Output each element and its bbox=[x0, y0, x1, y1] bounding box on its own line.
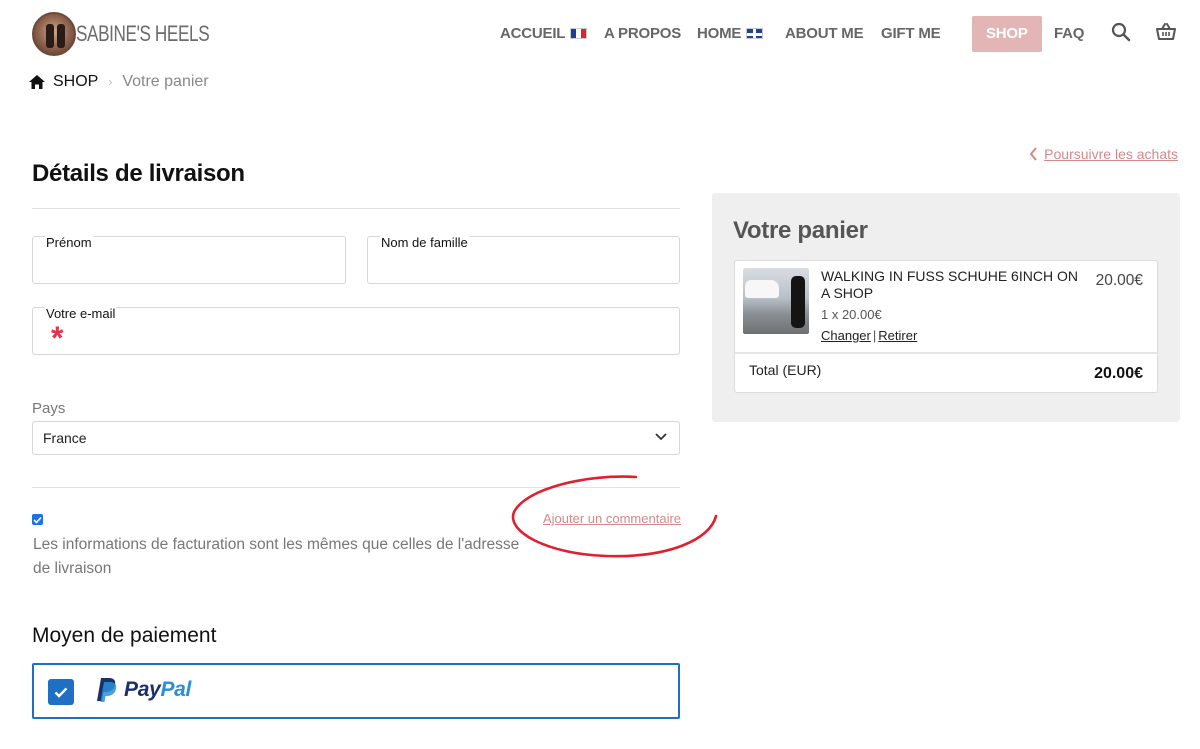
france-flag-icon bbox=[570, 28, 588, 39]
add-comment-link[interactable]: Ajouter un commentaire bbox=[543, 511, 681, 526]
first-name-label: Prénom bbox=[45, 235, 93, 250]
last-name-label: Nom de famille bbox=[380, 235, 469, 250]
search-icon[interactable] bbox=[1111, 22, 1135, 46]
billing-same-label: Les informations de facturation sont les… bbox=[33, 536, 520, 577]
thumbnail-car-shape bbox=[745, 280, 779, 298]
section-divider bbox=[32, 487, 680, 488]
product-thumbnail[interactable] bbox=[743, 268, 809, 334]
uk-flag-icon bbox=[746, 28, 764, 39]
section-divider bbox=[32, 208, 680, 209]
nav-item-gift-me[interactable]: GIFT ME bbox=[881, 16, 941, 52]
first-name-field[interactable]: Prénom bbox=[32, 235, 346, 284]
paypal-logo: PayPal bbox=[96, 677, 191, 703]
nav-item-home[interactable]: HOME bbox=[697, 16, 764, 52]
chevron-left-icon bbox=[1029, 147, 1037, 161]
last-name-input[interactable] bbox=[380, 253, 667, 275]
nav-item-faq[interactable]: FAQ bbox=[1054, 16, 1084, 52]
required-asterisk: * bbox=[51, 320, 64, 356]
breadcrumb-current: Votre panier bbox=[122, 73, 209, 90]
billing-same-checkbox[interactable] bbox=[32, 514, 43, 525]
paypal-wordmark-pay: Pay bbox=[124, 678, 161, 701]
home-icon bbox=[29, 75, 45, 89]
payment-title: Moyen de paiement bbox=[32, 624, 217, 647]
country-label: Pays bbox=[32, 400, 66, 417]
basket-icon[interactable] bbox=[1155, 22, 1179, 46]
actions-separator: | bbox=[872, 328, 877, 343]
first-name-input[interactable] bbox=[45, 253, 333, 275]
product-name[interactable]: WALKING IN FUSS SCHUHE 6INCH ON A SHOP bbox=[821, 268, 1085, 302]
nav-item-accueil[interactable]: ACCUEIL bbox=[500, 16, 588, 52]
paypal-wordmark-pal: Pal bbox=[160, 678, 192, 701]
brand-name: SABINE'S HEELS bbox=[76, 21, 210, 46]
site-header: SABINE'S HEELS ACCUEIL A PROPOS HOME ABO… bbox=[0, 0, 1200, 68]
logo-image bbox=[32, 12, 76, 56]
nav-item-about-me[interactable]: ABOUT ME bbox=[785, 16, 864, 52]
email-field[interactable]: Votre e-mail * bbox=[32, 306, 680, 356]
thumbnail-person-shape bbox=[791, 276, 805, 328]
cart-divider bbox=[735, 352, 1157, 354]
product-quantity: 1 x 20.00€ bbox=[821, 307, 882, 322]
continue-shopping-link[interactable]: Poursuivre les achats bbox=[1029, 146, 1178, 162]
nav-item-a-propos[interactable]: A PROPOS bbox=[604, 16, 681, 52]
nav-item-shop[interactable]: SHOP bbox=[972, 16, 1042, 52]
product-price: 20.00€ bbox=[1095, 272, 1143, 289]
total-value: 20.00€ bbox=[1094, 365, 1143, 382]
brand-logo[interactable]: SABINE'S HEELS bbox=[32, 12, 247, 56]
change-item-link[interactable]: Changer bbox=[821, 328, 871, 343]
paypal-icon bbox=[97, 678, 117, 702]
checkmark-icon bbox=[54, 687, 68, 698]
cart-title: Votre panier bbox=[733, 217, 868, 244]
remove-item-link[interactable]: Retirer bbox=[878, 328, 917, 343]
last-name-field[interactable]: Nom de famille bbox=[367, 235, 680, 284]
email-input[interactable] bbox=[77, 324, 667, 346]
paypal-option[interactable]: PayPal bbox=[32, 663, 680, 719]
country-value: France bbox=[43, 430, 87, 446]
cart-card: WALKING IN FUSS SCHUHE 6INCH ON A SHOP 2… bbox=[734, 260, 1158, 393]
breadcrumb: SHOP › Votre panier bbox=[28, 72, 209, 92]
email-label: Votre e-mail bbox=[45, 306, 117, 321]
checkmark-icon bbox=[33, 516, 42, 524]
product-actions: Changer | Retirer bbox=[821, 328, 917, 343]
breadcrumb-home[interactable]: SHOP bbox=[28, 73, 98, 91]
cart-panel: Votre panier WALKING IN FUSS SCHUHE 6INC… bbox=[712, 193, 1180, 422]
chevron-down-icon bbox=[655, 433, 667, 441]
total-label: Total (EUR) bbox=[749, 362, 822, 378]
shipping-title: Détails de livraison bbox=[32, 160, 245, 187]
breadcrumb-separator: › bbox=[108, 75, 113, 89]
paypal-checkbox[interactable] bbox=[48, 679, 74, 705]
country-select[interactable]: France bbox=[32, 421, 680, 455]
